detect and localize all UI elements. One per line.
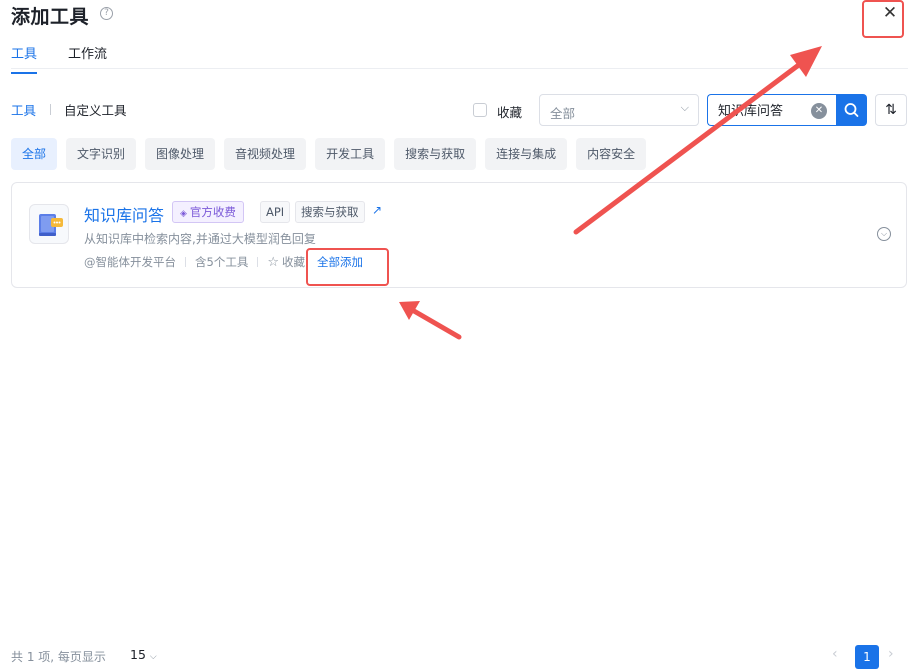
api-badge: API	[260, 201, 291, 223]
question-circle-icon[interactable]: ?	[100, 7, 113, 20]
subtab-divider	[50, 104, 52, 115]
subtab-tools[interactable]: 工具	[11, 100, 36, 119]
tabs-divider	[11, 68, 908, 69]
clear-icon[interactable]: ✕	[811, 103, 827, 119]
sort-icon: ⇅	[885, 102, 897, 118]
category-select-value: 全部	[550, 106, 576, 121]
knowledge-book-icon	[29, 204, 69, 244]
category-select[interactable]: 全部 ⌵	[539, 94, 699, 126]
favorite-checkbox-label: 收藏	[497, 105, 523, 120]
tool-author: @智能体开发平台	[84, 255, 176, 269]
category-chip[interactable]: 连接与集成	[485, 138, 568, 170]
pagination-summary: 共 1 项, 每页显示	[11, 650, 106, 664]
search-button[interactable]	[836, 94, 867, 126]
sort-button[interactable]: ⇅	[875, 94, 907, 126]
add-all-highlight-box	[306, 248, 389, 286]
next-page-button[interactable]: ›	[888, 646, 894, 662]
category-chip[interactable]: 搜索与获取	[394, 138, 477, 170]
arrow-to-add-all	[411, 308, 462, 340]
page-title: 添加工具	[11, 6, 90, 28]
prev-page-button[interactable]: ‹	[832, 646, 838, 662]
chevron-down-icon: ⌵	[680, 101, 689, 114]
official-paid-label: 官方收费	[189, 205, 236, 219]
tab-workflow[interactable]: 工作流	[68, 43, 107, 74]
tool-name[interactable]: 知识库问答	[84, 202, 164, 226]
search-icon	[844, 103, 859, 117]
meta-divider	[257, 257, 259, 267]
star-icon: ☆	[267, 254, 279, 270]
category-chip[interactable]: 图像处理	[145, 138, 216, 170]
arrow-head-add-all	[399, 301, 420, 320]
page-size-value: 15	[130, 647, 146, 662]
search-box: ✕	[707, 94, 836, 126]
search-input[interactable]	[718, 102, 810, 117]
tool-count: 含5个工具	[195, 255, 249, 269]
favorite-button[interactable]: ☆ 收藏	[267, 254, 305, 270]
chevron-down-icon: ⌵	[149, 652, 157, 662]
category-chip[interactable]: 文字识别	[66, 138, 137, 170]
category-chip[interactable]: 内容安全	[576, 138, 647, 170]
arrow-head-close	[790, 46, 822, 77]
official-paid-badge: ◈ 官方收费	[172, 201, 244, 223]
category-badge: 搜索与获取	[295, 201, 365, 223]
chevron-down-circle-icon[interactable]: ⌵	[877, 227, 891, 241]
favorite-checkbox[interactable]	[473, 103, 487, 117]
favorite-button-label: 收藏	[281, 255, 305, 269]
meta-divider	[185, 257, 186, 267]
tab-tools[interactable]: 工具	[11, 43, 38, 74]
main-tabs: 工具 工作流	[11, 43, 107, 74]
category-chip[interactable]: 开发工具	[315, 138, 386, 170]
subtab-custom-tools[interactable]: 自定义工具	[64, 100, 127, 119]
page-size-select[interactable]: 15 ⌵	[130, 647, 157, 662]
external-link-icon[interactable]: ↗	[372, 203, 382, 217]
sub-tabs: 工具 自定义工具	[11, 100, 127, 119]
tool-card: 知识库问答 ◈ 官方收费 API 搜索与获取 ↗ 从知识库中检索内容,并通过大模型…	[11, 182, 907, 288]
close-highlight-box	[862, 0, 904, 38]
page-number-button[interactable]: 1	[855, 645, 879, 669]
diamond-icon: ◈	[180, 209, 187, 219]
tool-description: 从知识库中检索内容,并通过大模型润色回复	[84, 232, 316, 246]
category-chip[interactable]: 音视频处理	[224, 138, 307, 170]
category-chip[interactable]: 全部	[11, 138, 58, 170]
category-chips: 全部 文字识别 图像处理 音视频处理 开发工具 搜索与获取 连接与集成 内容安全	[11, 138, 647, 170]
